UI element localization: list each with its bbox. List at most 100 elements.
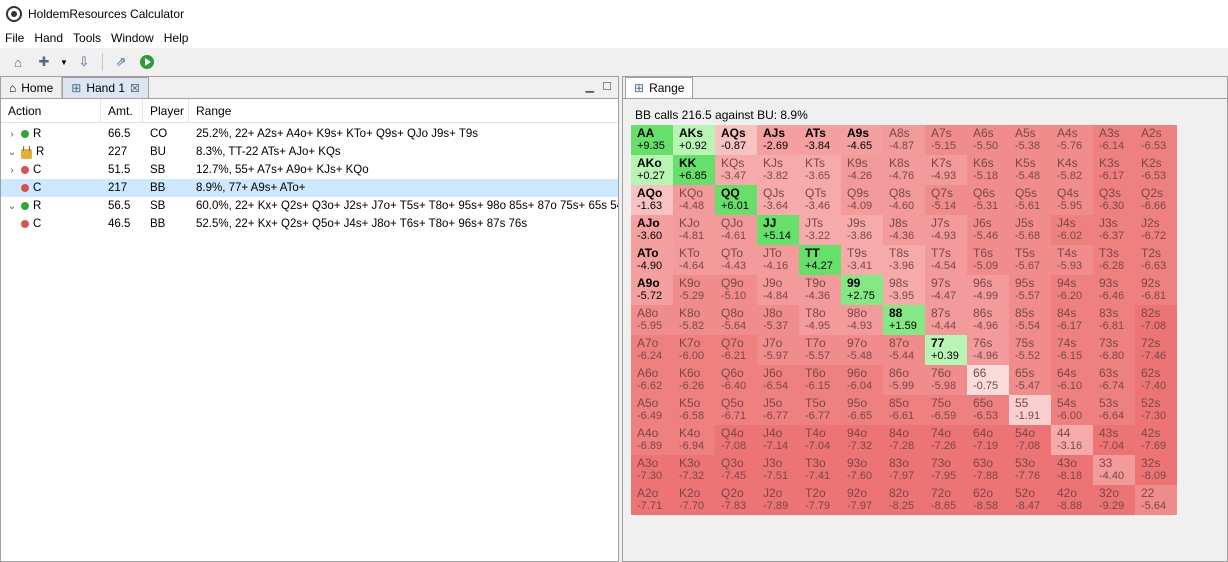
hand-cell[interactable]: 64o -7.19 (967, 425, 1009, 455)
hand-cell[interactable]: T3s -6.28 (1093, 245, 1135, 275)
hand-cell[interactable]: AKo +0.27 (631, 155, 673, 185)
hand-cell[interactable]: J9o -4.84 (757, 275, 799, 305)
hand-cell[interactable]: QJs -3.64 (757, 185, 799, 215)
hand-cell[interactable]: K8o -5.82 (673, 305, 715, 335)
hand-cell[interactable]: A5s -5.38 (1009, 125, 1051, 155)
hand-cell[interactable]: Q4s -5.95 (1051, 185, 1093, 215)
header-player[interactable]: Player (143, 98, 189, 123)
hand-cell[interactable]: J3s -6.37 (1093, 215, 1135, 245)
chevron-icon[interactable]: ⌄ (7, 147, 17, 158)
chevron-icon[interactable]: › (7, 165, 17, 176)
table-row[interactable]: › R 66.5 CO 25.2%, 22+ A2s+ A4o+ K9s+ KT… (1, 125, 618, 143)
hand-cell[interactable]: 94s -6.20 (1051, 275, 1093, 305)
hand-cell[interactable]: JTs -3.22 (799, 215, 841, 245)
hand-cell[interactable]: 72s -7.46 (1135, 335, 1177, 365)
hand-cell[interactable]: T5s -5.67 (1009, 245, 1051, 275)
hand-cell[interactable]: J2o -7.89 (757, 485, 799, 515)
table-row[interactable]: ⌄ R 227 BU 8.3%, TT-22 ATs+ AJo+ KQs (1, 143, 618, 161)
hand-cell[interactable]: 52s -7.30 (1135, 395, 1177, 425)
hand-cell[interactable]: K3o -7.32 (673, 455, 715, 485)
hand-cell[interactable]: J3o -7.51 (757, 455, 799, 485)
hand-cell[interactable]: T9s -3.41 (841, 245, 883, 275)
close-icon[interactable]: ☒ (130, 82, 140, 95)
hand-cell[interactable]: K6s -5.18 (967, 155, 1009, 185)
hand-cell[interactable]: 85s -5.54 (1009, 305, 1051, 335)
hand-cell[interactable]: A7s -5.15 (925, 125, 967, 155)
hand-cell[interactable]: K4o -6.94 (673, 425, 715, 455)
tab-hand-1[interactable]: ⊞ Hand 1 ☒ (62, 77, 149, 98)
hand-cell[interactable]: 82o -8.25 (883, 485, 925, 515)
dropdown-arrow-icon[interactable]: ▼ (60, 52, 68, 72)
header-range[interactable]: Range (189, 99, 618, 123)
hand-cell[interactable]: 44 -3.16 (1051, 425, 1093, 455)
hand-cell[interactable]: 74s -6.15 (1051, 335, 1093, 365)
hand-cell[interactable]: 76s -4.96 (967, 335, 1009, 365)
hand-cell[interactable]: 85o -6.61 (883, 395, 925, 425)
hand-cell[interactable]: Q2o -7.83 (715, 485, 757, 515)
hand-cell[interactable]: J8s -4.36 (883, 215, 925, 245)
hand-cell[interactable]: Q7o -6.21 (715, 335, 757, 365)
hand-cell[interactable]: J9s -3.86 (841, 215, 883, 245)
hand-cell[interactable]: KQs -3.47 (715, 155, 757, 185)
hand-cell[interactable]: A9o -5.72 (631, 275, 673, 305)
hand-cell[interactable]: 62o -8.58 (967, 485, 1009, 515)
hand-cell[interactable]: T4o -7.04 (799, 425, 841, 455)
hand-cell[interactable]: 55 -1.91 (1009, 395, 1051, 425)
header-action[interactable]: Action (1, 98, 101, 123)
hand-cell[interactable]: 93o -7.60 (841, 455, 883, 485)
hand-cell[interactable]: K5o -6.58 (673, 395, 715, 425)
hand-cell[interactable]: KTo -4.64 (673, 245, 715, 275)
hand-cell[interactable]: Q5o -6.71 (715, 395, 757, 425)
hand-cell[interactable]: K7s -4.93 (925, 155, 967, 185)
hand-cell[interactable]: 54o -7.08 (1009, 425, 1051, 455)
hand-cell[interactable]: T6s -5.09 (967, 245, 1009, 275)
hand-cell[interactable]: T5o -6.77 (799, 395, 841, 425)
hand-cell[interactable]: JJ +5.14 (757, 215, 799, 245)
hand-cell[interactable]: 43s -7.04 (1093, 425, 1135, 455)
hand-cell[interactable]: A6o -6.62 (631, 365, 673, 395)
hand-cell[interactable]: 84o -7.28 (883, 425, 925, 455)
hand-cell[interactable]: AQs -0.87 (715, 125, 757, 155)
hand-cell[interactable]: Q5s -5.61 (1009, 185, 1051, 215)
hand-cell[interactable]: QTs -3.46 (799, 185, 841, 215)
hand-cell[interactable]: 66 -0.75 (967, 365, 1009, 395)
run-icon[interactable] (137, 52, 157, 72)
hand-cell[interactable]: T6o -6.15 (799, 365, 841, 395)
tab-home[interactable]: ⌂ Home (1, 77, 63, 98)
hand-cell[interactable]: A4o -6.89 (631, 425, 673, 455)
hand-cell[interactable]: ATo -4.90 (631, 245, 673, 275)
hand-cell[interactable]: A7o -6.24 (631, 335, 673, 365)
menu-hand[interactable]: Hand (29, 31, 68, 45)
menu-tools[interactable]: Tools (68, 31, 106, 45)
hand-cell[interactable]: 63s -6.74 (1093, 365, 1135, 395)
hand-cell[interactable]: Q3o -7.45 (715, 455, 757, 485)
hand-cell[interactable]: A4s -5.76 (1051, 125, 1093, 155)
hand-cell[interactable]: A3o -7.30 (631, 455, 673, 485)
hand-cell[interactable]: T4s -5.93 (1051, 245, 1093, 275)
hand-cell[interactable]: Q8s -4.60 (883, 185, 925, 215)
hand-cell[interactable]: 43o -8.18 (1051, 455, 1093, 485)
hand-cell[interactable]: 64s -6.10 (1051, 365, 1093, 395)
hand-cell[interactable]: K3s -6.17 (1093, 155, 1135, 185)
table-row[interactable]: C 46.5 BB 52.5%, 22+ Kx+ Q2s+ Q5o+ J4s+ … (1, 215, 618, 233)
hand-cell[interactable]: 94o -7.32 (841, 425, 883, 455)
hand-cell[interactable]: 73s -6.80 (1093, 335, 1135, 365)
hand-cell[interactable]: 75s -5.52 (1009, 335, 1051, 365)
hand-cell[interactable]: K7o -6.00 (673, 335, 715, 365)
hand-cell[interactable]: J4o -7.14 (757, 425, 799, 455)
hand-cell[interactable]: 33 -4.40 (1093, 455, 1135, 485)
new-hand-icon[interactable]: ✚ (34, 52, 54, 72)
hand-cell[interactable]: Q3s -6.30 (1093, 185, 1135, 215)
hand-cell[interactable]: T8s -3.96 (883, 245, 925, 275)
hand-cell[interactable]: J5s -5.68 (1009, 215, 1051, 245)
hand-cell[interactable]: Q2s -6.66 (1135, 185, 1177, 215)
hand-cell[interactable]: 96o -6.04 (841, 365, 883, 395)
header-amt[interactable]: Amt. (101, 98, 143, 123)
hand-cell[interactable]: ATs -3.84 (799, 125, 841, 155)
hand-cell[interactable]: 22 -5.64 (1135, 485, 1177, 515)
hand-cell[interactable]: J6o -6.54 (757, 365, 799, 395)
hand-cell[interactable]: 88 +1.59 (883, 305, 925, 335)
hand-cell[interactable]: 53o -7.76 (1009, 455, 1051, 485)
hand-cell[interactable]: T2o -7.79 (799, 485, 841, 515)
hand-cell[interactable]: KK +6.85 (673, 155, 715, 185)
